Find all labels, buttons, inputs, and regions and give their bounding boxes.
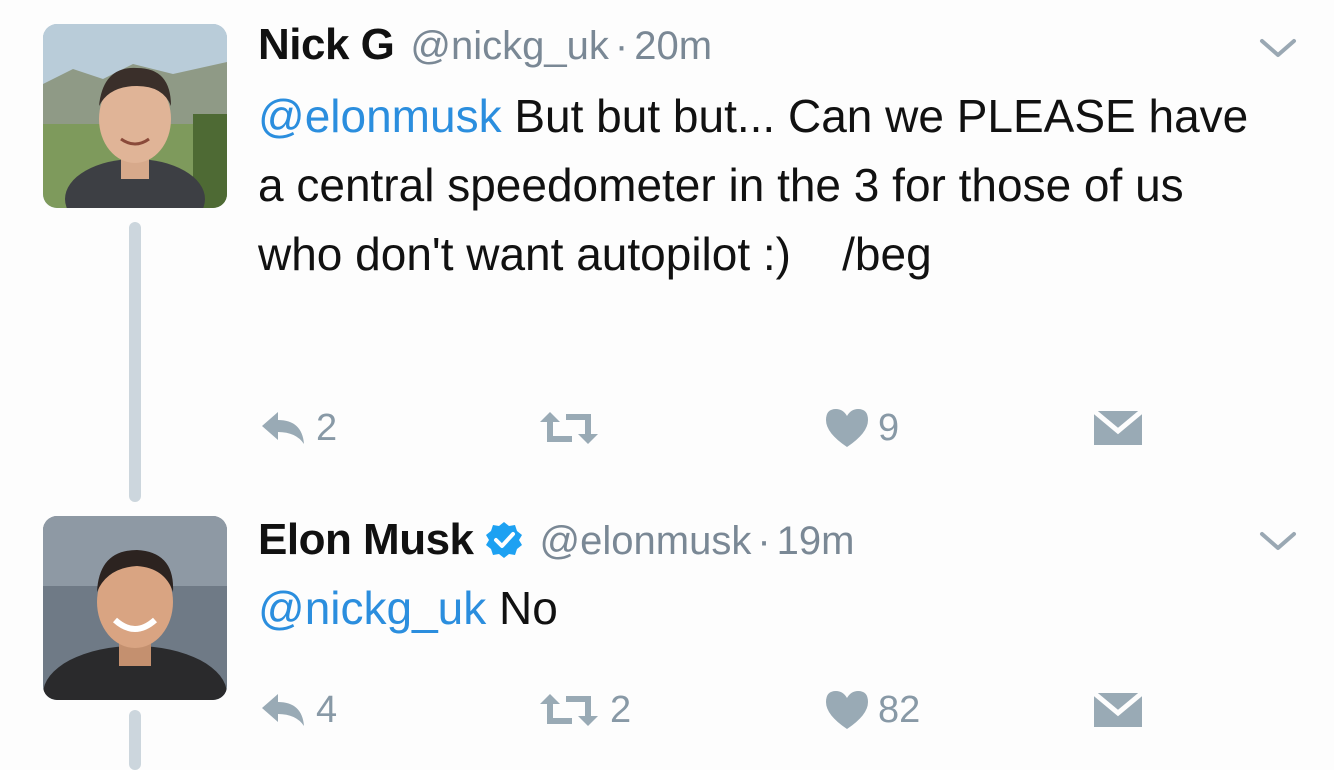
tweet-elon-musk[interactable]: Elon Musk @elonmusk · 19m @nickg_uk No 4: [0, 510, 1334, 770]
timestamp[interactable]: 19m: [777, 519, 855, 564]
tweet-text: @nickg_uk No: [258, 574, 1258, 643]
retweet-icon: [540, 694, 598, 726]
direct-message-icon: [1092, 409, 1144, 445]
direct-message-icon: [1092, 691, 1144, 727]
timestamp[interactable]: 20m: [634, 24, 712, 69]
heart-icon: [826, 691, 868, 729]
reply-button[interactable]: 4: [258, 680, 337, 740]
reply-icon: [262, 694, 304, 726]
retweet-button[interactable]: [536, 398, 610, 458]
tweet-header: Nick G @nickg_uk · 20m: [258, 20, 712, 70]
retweet-count: 2: [610, 688, 632, 731]
reply-button[interactable]: 2: [258, 398, 337, 458]
mention-link[interactable]: @nickg_uk: [258, 582, 486, 634]
separator: ·: [614, 24, 629, 68]
avatar-elon-musk[interactable]: [43, 516, 227, 700]
like-button[interactable]: 9: [824, 398, 899, 458]
like-count: 82: [878, 688, 921, 731]
author-handle[interactable]: @elonmusk: [540, 519, 752, 564]
tweet-nick-g[interactable]: Nick G @nickg_uk · 20m @elonmusk But but…: [0, 0, 1334, 510]
tweet-actions: 2 9: [258, 398, 1258, 458]
reply-count: 4: [316, 688, 338, 731]
author-name[interactable]: Elon Musk: [258, 515, 474, 565]
reply-icon: [262, 412, 304, 444]
thread-line: [129, 710, 141, 770]
verified-badge-icon: [484, 520, 524, 560]
tweet-actions: 4 2 82: [258, 680, 1258, 740]
author-name[interactable]: Nick G: [258, 20, 395, 70]
like-button[interactable]: 82: [824, 680, 920, 740]
thread-line: [129, 222, 141, 502]
tweet-header: Elon Musk @elonmusk · 19m: [258, 514, 854, 565]
mention-link[interactable]: @elonmusk: [258, 90, 502, 142]
retweet-icon: [540, 412, 598, 444]
chevron-down-icon[interactable]: [1256, 33, 1300, 63]
author-handle[interactable]: @nickg_uk: [410, 24, 608, 69]
direct-message-button[interactable]: [1092, 398, 1144, 458]
avatar-nick-g[interactable]: [43, 24, 227, 208]
reply-count: 2: [316, 406, 338, 449]
direct-message-button[interactable]: [1092, 680, 1144, 740]
heart-icon: [826, 409, 868, 447]
separator: ·: [757, 519, 771, 563]
retweet-button[interactable]: 2: [536, 680, 631, 740]
like-count: 9: [878, 406, 900, 449]
chevron-down-icon[interactable]: [1256, 526, 1300, 556]
tweet-body: No: [499, 582, 558, 634]
tweet-text: @elonmusk But but but... Can we PLEASE h…: [258, 82, 1258, 289]
